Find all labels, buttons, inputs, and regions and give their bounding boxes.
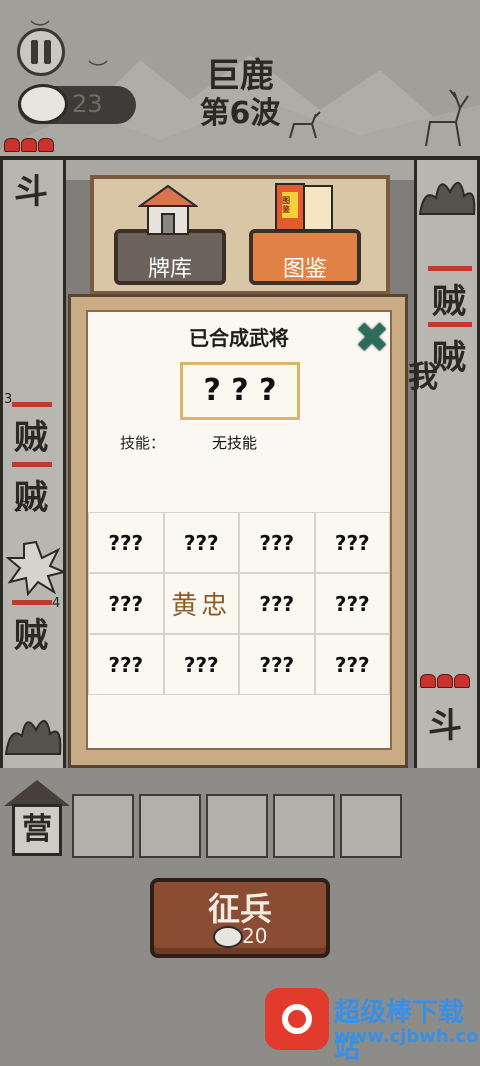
unit-slot[interactable]: [139, 794, 201, 858]
codex-button[interactable]: 图鉴: [249, 229, 361, 285]
card-library-label: 牌库: [147, 257, 192, 282]
modal-title: 已合成武将: [189, 326, 289, 350]
general-cell[interactable]: ???: [239, 634, 315, 695]
general-cell[interactable]: ???: [88, 512, 164, 573]
general-grid: ??? ??? ??? ??? ??? 黄忠 ??? ??? ??? ??? ?…: [88, 512, 390, 695]
general-cell[interactable]: ???: [88, 634, 164, 695]
damage-number: 3: [4, 392, 13, 407]
general-cell[interactable]: ???: [88, 573, 164, 634]
bush-icon: [4, 720, 62, 755]
coin-icon: [213, 926, 243, 948]
ally-unit: 我: [408, 360, 438, 395]
lane-marker: 斗: [14, 172, 48, 212]
explosion-icon: [6, 540, 66, 596]
enemy-base-hearts: [420, 674, 470, 688]
general-cell[interactable]: ???: [163, 634, 239, 695]
deck-panel: 牌库 图鉴: [90, 175, 390, 295]
enemy-health-bar: [12, 600, 52, 605]
book-cover-text: 图鉴: [282, 196, 290, 214]
deer-icon: [289, 111, 321, 139]
enemy-health-bar: [12, 462, 52, 467]
camp: 营: [4, 780, 70, 860]
recruit-label: 征兵: [207, 890, 272, 928]
damage-number: 4: [52, 596, 61, 611]
deer-icon: [425, 89, 469, 147]
camp-label: 营: [12, 804, 62, 856]
general-cell[interactable]: ???: [314, 512, 390, 573]
unit-slot[interactable]: [72, 794, 134, 858]
unit-slot[interactable]: [273, 794, 335, 858]
codex-label: 图鉴: [282, 257, 327, 282]
unit-slot[interactable]: [206, 794, 268, 858]
close-button[interactable]: ✖: [352, 317, 392, 359]
camp-roof-icon: [4, 780, 70, 806]
lane-marker: 斗: [428, 706, 462, 746]
general-cell-unlocked[interactable]: 黄忠: [163, 573, 239, 634]
enemy-unit: 贼: [14, 616, 48, 656]
general-cell[interactable]: ???: [314, 634, 390, 695]
house-icon: [138, 184, 198, 235]
selected-general-name: ? ? ?: [180, 362, 300, 420]
wave-label: 第6波: [199, 96, 281, 131]
recruit-cost: 20: [242, 924, 268, 948]
skill-label: 技能：: [120, 434, 166, 452]
enemy-health-bar: [428, 322, 472, 327]
enemy-health-bar: [428, 266, 472, 271]
unit-slot[interactable]: [340, 794, 402, 858]
enemy-unit: 贼: [14, 418, 48, 458]
enemy-unit: 贼: [432, 282, 466, 322]
general-cell[interactable]: ???: [314, 573, 390, 634]
skill-value: 无技能: [212, 434, 258, 452]
player-health-hearts: [4, 138, 54, 152]
general-cell[interactable]: ???: [163, 512, 239, 573]
watermark-logo-icon: [265, 988, 329, 1050]
enemy-health-bar: [12, 402, 52, 407]
general-cell[interactable]: ???: [239, 512, 315, 573]
damage-number: 17: [14, 500, 31, 515]
bush-icon: [418, 182, 476, 215]
watermark-url: www.cjbwh.com: [334, 1026, 480, 1047]
general-cell[interactable]: ???: [239, 573, 315, 634]
